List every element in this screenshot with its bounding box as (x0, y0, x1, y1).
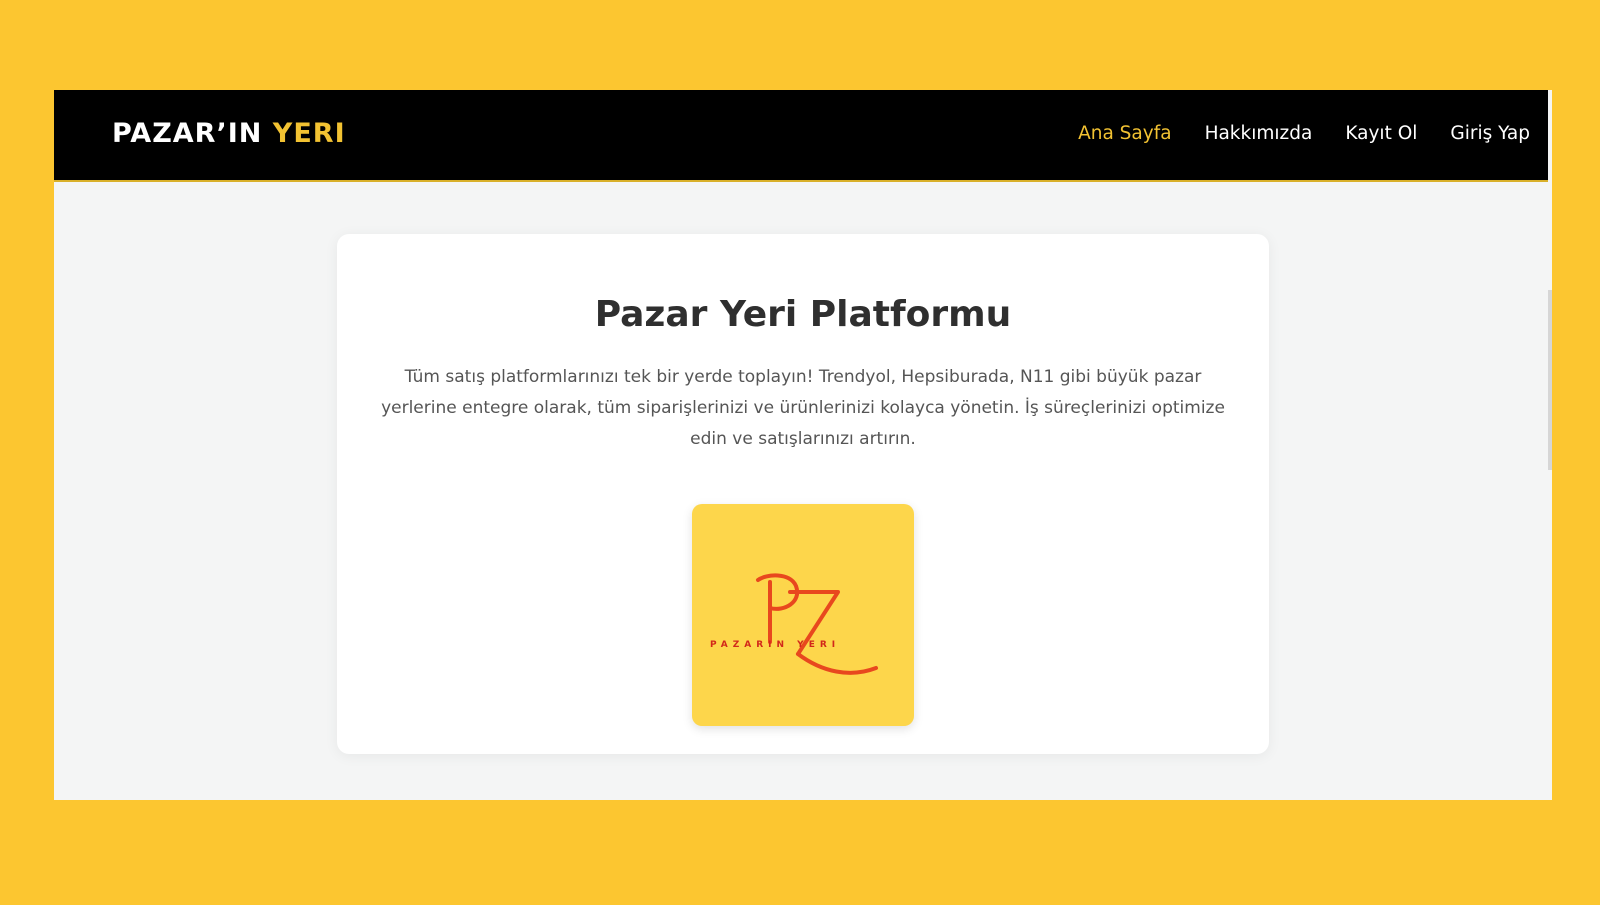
nav-link-register[interactable]: Kayıt Ol (1345, 123, 1417, 144)
brand-main: PAZAR’IN (112, 118, 263, 149)
hero-description: Tüm satış platformlarınızı tek bir yerde… (381, 367, 1225, 449)
nav-link-login[interactable]: Giriş Yap (1450, 123, 1530, 144)
hero-card: Pazar Yeri Platformu Tüm satış platforml… (337, 234, 1269, 754)
browser-viewport: PAZAR’IN YERI Ana Sayfa Hakkımızda Kayıt… (54, 90, 1552, 800)
main-nav: Ana Sayfa Hakkımızda Kayıt Ol Giriş Yap (1078, 123, 1530, 144)
pz-logo-icon: PAZARIN YERI (710, 573, 878, 675)
scrollbar-track[interactable] (1548, 90, 1552, 800)
page-title: Pazar Yeri Platformu (594, 294, 1012, 335)
logo-wordmark: PAZARIN YERI (710, 640, 840, 650)
scrollbar-thumb[interactable] (1548, 290, 1552, 470)
platform-logo: PAZARIN YERI (692, 504, 914, 726)
brand-accent: YERI (272, 118, 346, 149)
brand-logo[interactable]: PAZAR’IN YERI (112, 118, 346, 149)
navbar: PAZAR’IN YERI Ana Sayfa Hakkımızda Kayıt… (54, 90, 1552, 182)
nav-link-home[interactable]: Ana Sayfa (1078, 123, 1171, 144)
nav-link-about[interactable]: Hakkımızda (1205, 123, 1313, 144)
